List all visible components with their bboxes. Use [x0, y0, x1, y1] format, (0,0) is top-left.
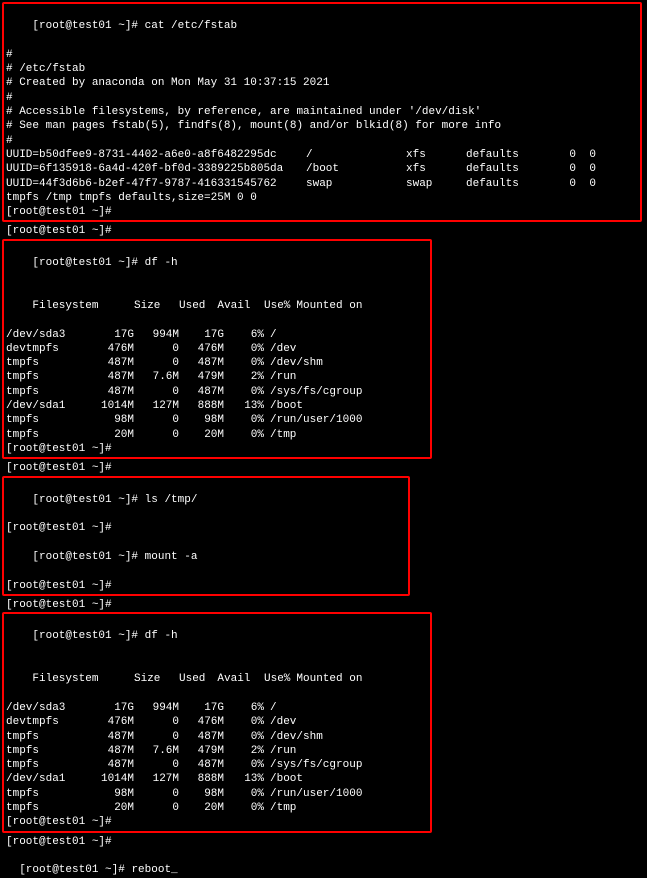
prompt-line-active[interactable]: [root@test01 ~]# reboot_ — [2, 849, 645, 878]
terminal-block-df-after: [root@test01 ~]# df -h FilesystemSizeUse… — [2, 612, 432, 832]
prompt-line[interactable]: [root@test01 ~]# — [6, 815, 428, 829]
df-row: tmpfs487M0487M0%/sys/fs/cgroup — [6, 385, 428, 399]
prompt: [root@test01 ~]# — [32, 630, 138, 642]
terminal-block-ls-mount: [root@test01 ~]# ls /tmp/ [root@test01 ~… — [2, 476, 410, 596]
prompt-line[interactable]: [root@test01 ~]# — [2, 835, 645, 849]
df-row: tmpfs487M7.6M479M2%/run — [6, 744, 428, 758]
prompt-line[interactable]: [root@test01 ~]# df -h — [6, 242, 428, 285]
fstab-comment: # — [6, 134, 638, 148]
df-header: FilesystemSizeUsedAvailUse%Mounted on — [6, 285, 428, 328]
df-row: tmpfs98M098M0%/run/user/1000 — [6, 787, 428, 801]
prompt-line[interactable]: [root@test01 ~]# — [2, 461, 645, 475]
terminal-block-df-before: [root@test01 ~]# df -h FilesystemSizeUse… — [2, 239, 432, 459]
command-text: cat /etc/fstab — [145, 20, 237, 32]
df-row: /dev/sda317G994M17G6%/ — [6, 328, 428, 342]
df-row: tmpfs487M7.6M479M2%/run — [6, 370, 428, 384]
fstab-comment: # — [6, 91, 638, 105]
prompt-line[interactable]: [root@test01 ~]# — [2, 598, 645, 612]
df-row: tmpfs487M0487M0%/dev/shm — [6, 356, 428, 370]
fstab-comment: # — [6, 48, 638, 62]
fstab-comment: # See man pages fstab(5), findfs(8), mou… — [6, 119, 638, 133]
command-text: reboot — [131, 864, 171, 876]
prompt: [root@test01 ~]# — [32, 20, 138, 32]
df-row: tmpfs487M0487M0%/dev/shm — [6, 730, 428, 744]
df-header: FilesystemSizeUsedAvailUse%Mounted on — [6, 658, 428, 701]
fstab-comment: # /etc/fstab — [6, 62, 638, 76]
fstab-comment: # Created by anaconda on Mon May 31 10:3… — [6, 76, 638, 90]
df-row: tmpfs487M0487M0%/sys/fs/cgroup — [6, 758, 428, 772]
prompt-line[interactable]: [root@test01 ~]# mount -a — [6, 536, 406, 579]
fstab-entry: UUID=6f135918-6a4d-420f-bf0d-3389225b805… — [6, 162, 638, 176]
command-text: df -h — [145, 257, 178, 269]
command-text: df -h — [145, 630, 178, 642]
prompt-line[interactable]: [root@test01 ~]# df -h — [6, 615, 428, 658]
command-text: mount -a — [145, 551, 198, 563]
df-row: /dev/sda11014M127M888M13%/boot — [6, 772, 428, 786]
prompt-line[interactable]: [root@test01 ~]# — [6, 579, 406, 593]
prompt-line[interactable]: [root@test01 ~]# cat /etc/fstab — [6, 5, 638, 48]
terminal-block-cat-fstab: [root@test01 ~]# cat /etc/fstab ## /etc/… — [2, 2, 642, 222]
prompt-line[interactable]: [root@test01 ~]# — [6, 521, 406, 535]
df-row: /dev/sda11014M127M888M13%/boot — [6, 399, 428, 413]
fstab-entry: UUID=44f3d6b6-b2ef-47f7-9787-41633154576… — [6, 177, 638, 191]
fstab-tmpfs-line: tmpfs /tmp tmpfs defaults,size=25M 0 0 — [6, 191, 638, 205]
prompt: [root@test01 ~]# — [32, 257, 138, 269]
prompt-line[interactable]: [root@test01 ~]# — [6, 442, 428, 456]
df-row: devtmpfs476M0476M0%/dev — [6, 715, 428, 729]
df-row: tmpfs20M020M0%/tmp — [6, 801, 428, 815]
df-row: /dev/sda317G994M17G6%/ — [6, 701, 428, 715]
prompt-line[interactable]: [root@test01 ~]# — [2, 224, 645, 238]
cursor-icon: _ — [171, 863, 178, 877]
fstab-entry: UUID=b50dfee9-8731-4402-a6e0-a8f6482295d… — [6, 148, 638, 162]
df-row: tmpfs20M020M0%/tmp — [6, 428, 428, 442]
df-row: tmpfs98M098M0%/run/user/1000 — [6, 413, 428, 427]
prompt-line[interactable]: [root@test01 ~]# — [6, 205, 638, 219]
prompt: [root@test01 ~]# — [19, 864, 125, 876]
prompt: [root@test01 ~]# — [32, 551, 138, 563]
df-row: devtmpfs476M0476M0%/dev — [6, 342, 428, 356]
fstab-comment: # Accessible filesystems, by reference, … — [6, 105, 638, 119]
